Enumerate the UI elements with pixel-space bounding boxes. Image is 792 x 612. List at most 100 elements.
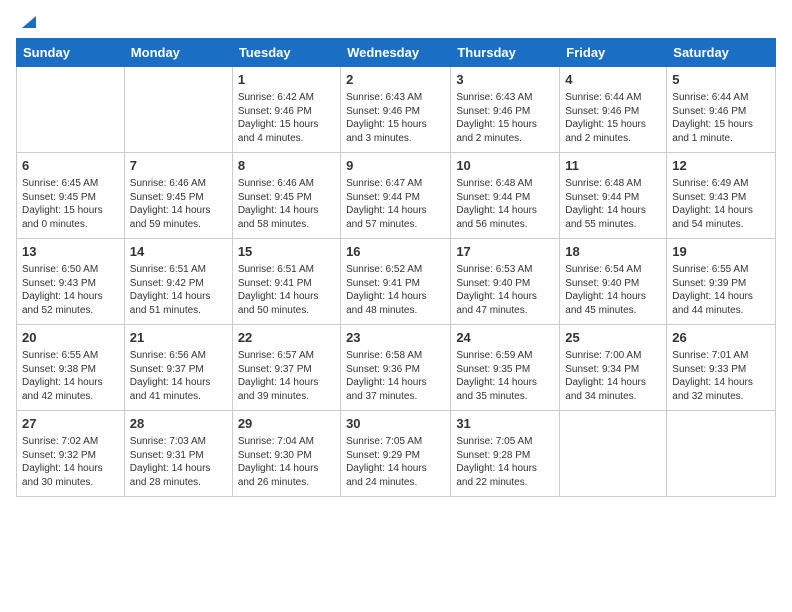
- day-info: Sunrise: 6:56 AM Sunset: 9:37 PM Dayligh…: [130, 349, 227, 403]
- day-number: 24: [456, 329, 554, 347]
- day-info: Sunrise: 7:05 AM Sunset: 9:29 PM Dayligh…: [346, 435, 445, 489]
- calendar-week-row: 13 Sunrise: 6:50 AM Sunset: 9:43 PM Dayli…: [17, 239, 776, 325]
- calendar-body: 1Sunrise: 6:42 AM Sunset: 9:46 PM Daylig…: [17, 67, 776, 497]
- calendar-week-row: 1Sunrise: 6:42 AM Sunset: 9:46 PM Daylig…: [17, 67, 776, 153]
- day-info: Sunrise: 6:43 AM Sunset: 9:46 PM Dayligh…: [456, 91, 554, 145]
- logo-icon: [18, 12, 36, 30]
- calendar-cell: 30 Sunrise: 7:05 AM Sunset: 9:29 PM Dayli…: [341, 411, 451, 497]
- column-header-friday: Friday: [560, 39, 667, 67]
- calendar-cell: 27Sunrise: 7:02 AM Sunset: 9:32 PM Dayli…: [17, 411, 125, 497]
- day-number: 12: [672, 157, 770, 175]
- day-number: 3: [456, 71, 554, 89]
- calendar-cell: 14 Sunrise: 6:51 AM Sunset: 9:42 PM Dayli…: [124, 239, 232, 325]
- calendar-cell: 25 Sunrise: 7:00 AM Sunset: 9:34 PM Dayli…: [560, 325, 667, 411]
- day-info: Sunrise: 7:05 AM Sunset: 9:28 PM Dayligh…: [456, 435, 554, 489]
- calendar-cell: [667, 411, 776, 497]
- calendar-cell: 17 Sunrise: 6:53 AM Sunset: 9:40 PM Dayli…: [451, 239, 560, 325]
- day-info: Sunrise: 7:01 AM Sunset: 9:33 PM Dayligh…: [672, 349, 770, 403]
- page-header: [16, 16, 776, 30]
- day-number: 20: [22, 329, 119, 347]
- calendar-cell: 10 Sunrise: 6:48 AM Sunset: 9:44 PM Dayli…: [451, 153, 560, 239]
- calendar-cell: [560, 411, 667, 497]
- day-number: 28: [130, 415, 227, 433]
- day-info: Sunrise: 6:52 AM Sunset: 9:41 PM Dayligh…: [346, 263, 445, 317]
- day-number: 2: [346, 71, 445, 89]
- day-number: 13: [22, 243, 119, 261]
- day-number: 30: [346, 415, 445, 433]
- calendar-cell: 18 Sunrise: 6:54 AM Sunset: 9:40 PM Dayli…: [560, 239, 667, 325]
- day-info: Sunrise: 7:00 AM Sunset: 9:34 PM Dayligh…: [565, 349, 661, 403]
- day-info: Sunrise: 6:58 AM Sunset: 9:36 PM Dayligh…: [346, 349, 445, 403]
- day-number: 22: [238, 329, 335, 347]
- calendar-cell: 11 Sunrise: 6:48 AM Sunset: 9:44 PM Dayli…: [560, 153, 667, 239]
- day-info: Sunrise: 6:43 AM Sunset: 9:46 PM Dayligh…: [346, 91, 445, 145]
- calendar-week-row: 6 Sunrise: 6:45 AM Sunset: 9:45 PM Daylig…: [17, 153, 776, 239]
- day-info: Sunrise: 6:44 AM Sunset: 9:46 PM Dayligh…: [565, 91, 661, 145]
- calendar-cell: 5 Sunrise: 6:44 AM Sunset: 9:46 PM Daylig…: [667, 67, 776, 153]
- column-header-wednesday: Wednesday: [341, 39, 451, 67]
- day-info: Sunrise: 6:46 AM Sunset: 9:45 PM Dayligh…: [238, 177, 335, 231]
- calendar-cell: 3 Sunrise: 6:43 AM Sunset: 9:46 PM Daylig…: [451, 67, 560, 153]
- calendar-cell: [17, 67, 125, 153]
- calendar-table: SundayMondayTuesdayWednesdayThursdayFrid…: [16, 38, 776, 497]
- day-info: Sunrise: 7:03 AM Sunset: 9:31 PM Dayligh…: [130, 435, 227, 489]
- calendar-cell: 31Sunrise: 7:05 AM Sunset: 9:28 PM Dayli…: [451, 411, 560, 497]
- calendar-cell: 28 Sunrise: 7:03 AM Sunset: 9:31 PM Dayli…: [124, 411, 232, 497]
- calendar-week-row: 27Sunrise: 7:02 AM Sunset: 9:32 PM Dayli…: [17, 411, 776, 497]
- calendar-cell: 21 Sunrise: 6:56 AM Sunset: 9:37 PM Dayli…: [124, 325, 232, 411]
- day-number: 18: [565, 243, 661, 261]
- logo: [16, 16, 36, 30]
- calendar-cell: 1Sunrise: 6:42 AM Sunset: 9:46 PM Daylig…: [232, 67, 340, 153]
- calendar-cell: 8Sunrise: 6:46 AM Sunset: 9:45 PM Daylig…: [232, 153, 340, 239]
- day-info: Sunrise: 6:49 AM Sunset: 9:43 PM Dayligh…: [672, 177, 770, 231]
- day-info: Sunrise: 6:51 AM Sunset: 9:42 PM Dayligh…: [130, 263, 227, 317]
- day-info: Sunrise: 6:47 AM Sunset: 9:44 PM Dayligh…: [346, 177, 445, 231]
- column-header-saturday: Saturday: [667, 39, 776, 67]
- day-number: 5: [672, 71, 770, 89]
- calendar-cell: 7Sunrise: 6:46 AM Sunset: 9:45 PM Daylig…: [124, 153, 232, 239]
- calendar-cell: 4Sunrise: 6:44 AM Sunset: 9:46 PM Daylig…: [560, 67, 667, 153]
- day-info: Sunrise: 6:54 AM Sunset: 9:40 PM Dayligh…: [565, 263, 661, 317]
- day-number: 16: [346, 243, 445, 261]
- day-number: 15: [238, 243, 335, 261]
- calendar-cell: 15Sunrise: 6:51 AM Sunset: 9:41 PM Dayli…: [232, 239, 340, 325]
- day-number: 1: [238, 71, 335, 89]
- calendar-cell: 20 Sunrise: 6:55 AM Sunset: 9:38 PM Dayli…: [17, 325, 125, 411]
- calendar-cell: 22Sunrise: 6:57 AM Sunset: 9:37 PM Dayli…: [232, 325, 340, 411]
- day-info: Sunrise: 6:48 AM Sunset: 9:44 PM Dayligh…: [456, 177, 554, 231]
- day-number: 7: [130, 157, 227, 175]
- calendar-cell: 12 Sunrise: 6:49 AM Sunset: 9:43 PM Dayli…: [667, 153, 776, 239]
- calendar-cell: 16 Sunrise: 6:52 AM Sunset: 9:41 PM Dayli…: [341, 239, 451, 325]
- calendar-week-row: 20 Sunrise: 6:55 AM Sunset: 9:38 PM Dayli…: [17, 325, 776, 411]
- day-number: 19: [672, 243, 770, 261]
- column-header-monday: Monday: [124, 39, 232, 67]
- day-number: 17: [456, 243, 554, 261]
- day-info: Sunrise: 6:48 AM Sunset: 9:44 PM Dayligh…: [565, 177, 661, 231]
- day-info: Sunrise: 6:53 AM Sunset: 9:40 PM Dayligh…: [456, 263, 554, 317]
- day-info: Sunrise: 6:50 AM Sunset: 9:43 PM Dayligh…: [22, 263, 119, 317]
- day-number: 26: [672, 329, 770, 347]
- column-header-tuesday: Tuesday: [232, 39, 340, 67]
- calendar-cell: 24 Sunrise: 6:59 AM Sunset: 9:35 PM Dayli…: [451, 325, 560, 411]
- day-number: 25: [565, 329, 661, 347]
- day-number: 9: [346, 157, 445, 175]
- day-info: Sunrise: 7:02 AM Sunset: 9:32 PM Dayligh…: [22, 435, 119, 489]
- calendar-cell: 26 Sunrise: 7:01 AM Sunset: 9:33 PM Dayli…: [667, 325, 776, 411]
- day-number: 23: [346, 329, 445, 347]
- day-info: Sunrise: 6:55 AM Sunset: 9:39 PM Dayligh…: [672, 263, 770, 317]
- calendar-cell: 23 Sunrise: 6:58 AM Sunset: 9:36 PM Dayli…: [341, 325, 451, 411]
- day-info: Sunrise: 6:59 AM Sunset: 9:35 PM Dayligh…: [456, 349, 554, 403]
- day-info: Sunrise: 6:55 AM Sunset: 9:38 PM Dayligh…: [22, 349, 119, 403]
- day-number: 14: [130, 243, 227, 261]
- day-info: Sunrise: 7:04 AM Sunset: 9:30 PM Dayligh…: [238, 435, 335, 489]
- day-info: Sunrise: 6:44 AM Sunset: 9:46 PM Dayligh…: [672, 91, 770, 145]
- day-info: Sunrise: 6:45 AM Sunset: 9:45 PM Dayligh…: [22, 177, 119, 231]
- day-number: 6: [22, 157, 119, 175]
- day-number: 11: [565, 157, 661, 175]
- day-number: 10: [456, 157, 554, 175]
- calendar-cell: 6 Sunrise: 6:45 AM Sunset: 9:45 PM Daylig…: [17, 153, 125, 239]
- calendar-cell: [124, 67, 232, 153]
- day-number: 21: [130, 329, 227, 347]
- calendar-cell: 29Sunrise: 7:04 AM Sunset: 9:30 PM Dayli…: [232, 411, 340, 497]
- column-header-thursday: Thursday: [451, 39, 560, 67]
